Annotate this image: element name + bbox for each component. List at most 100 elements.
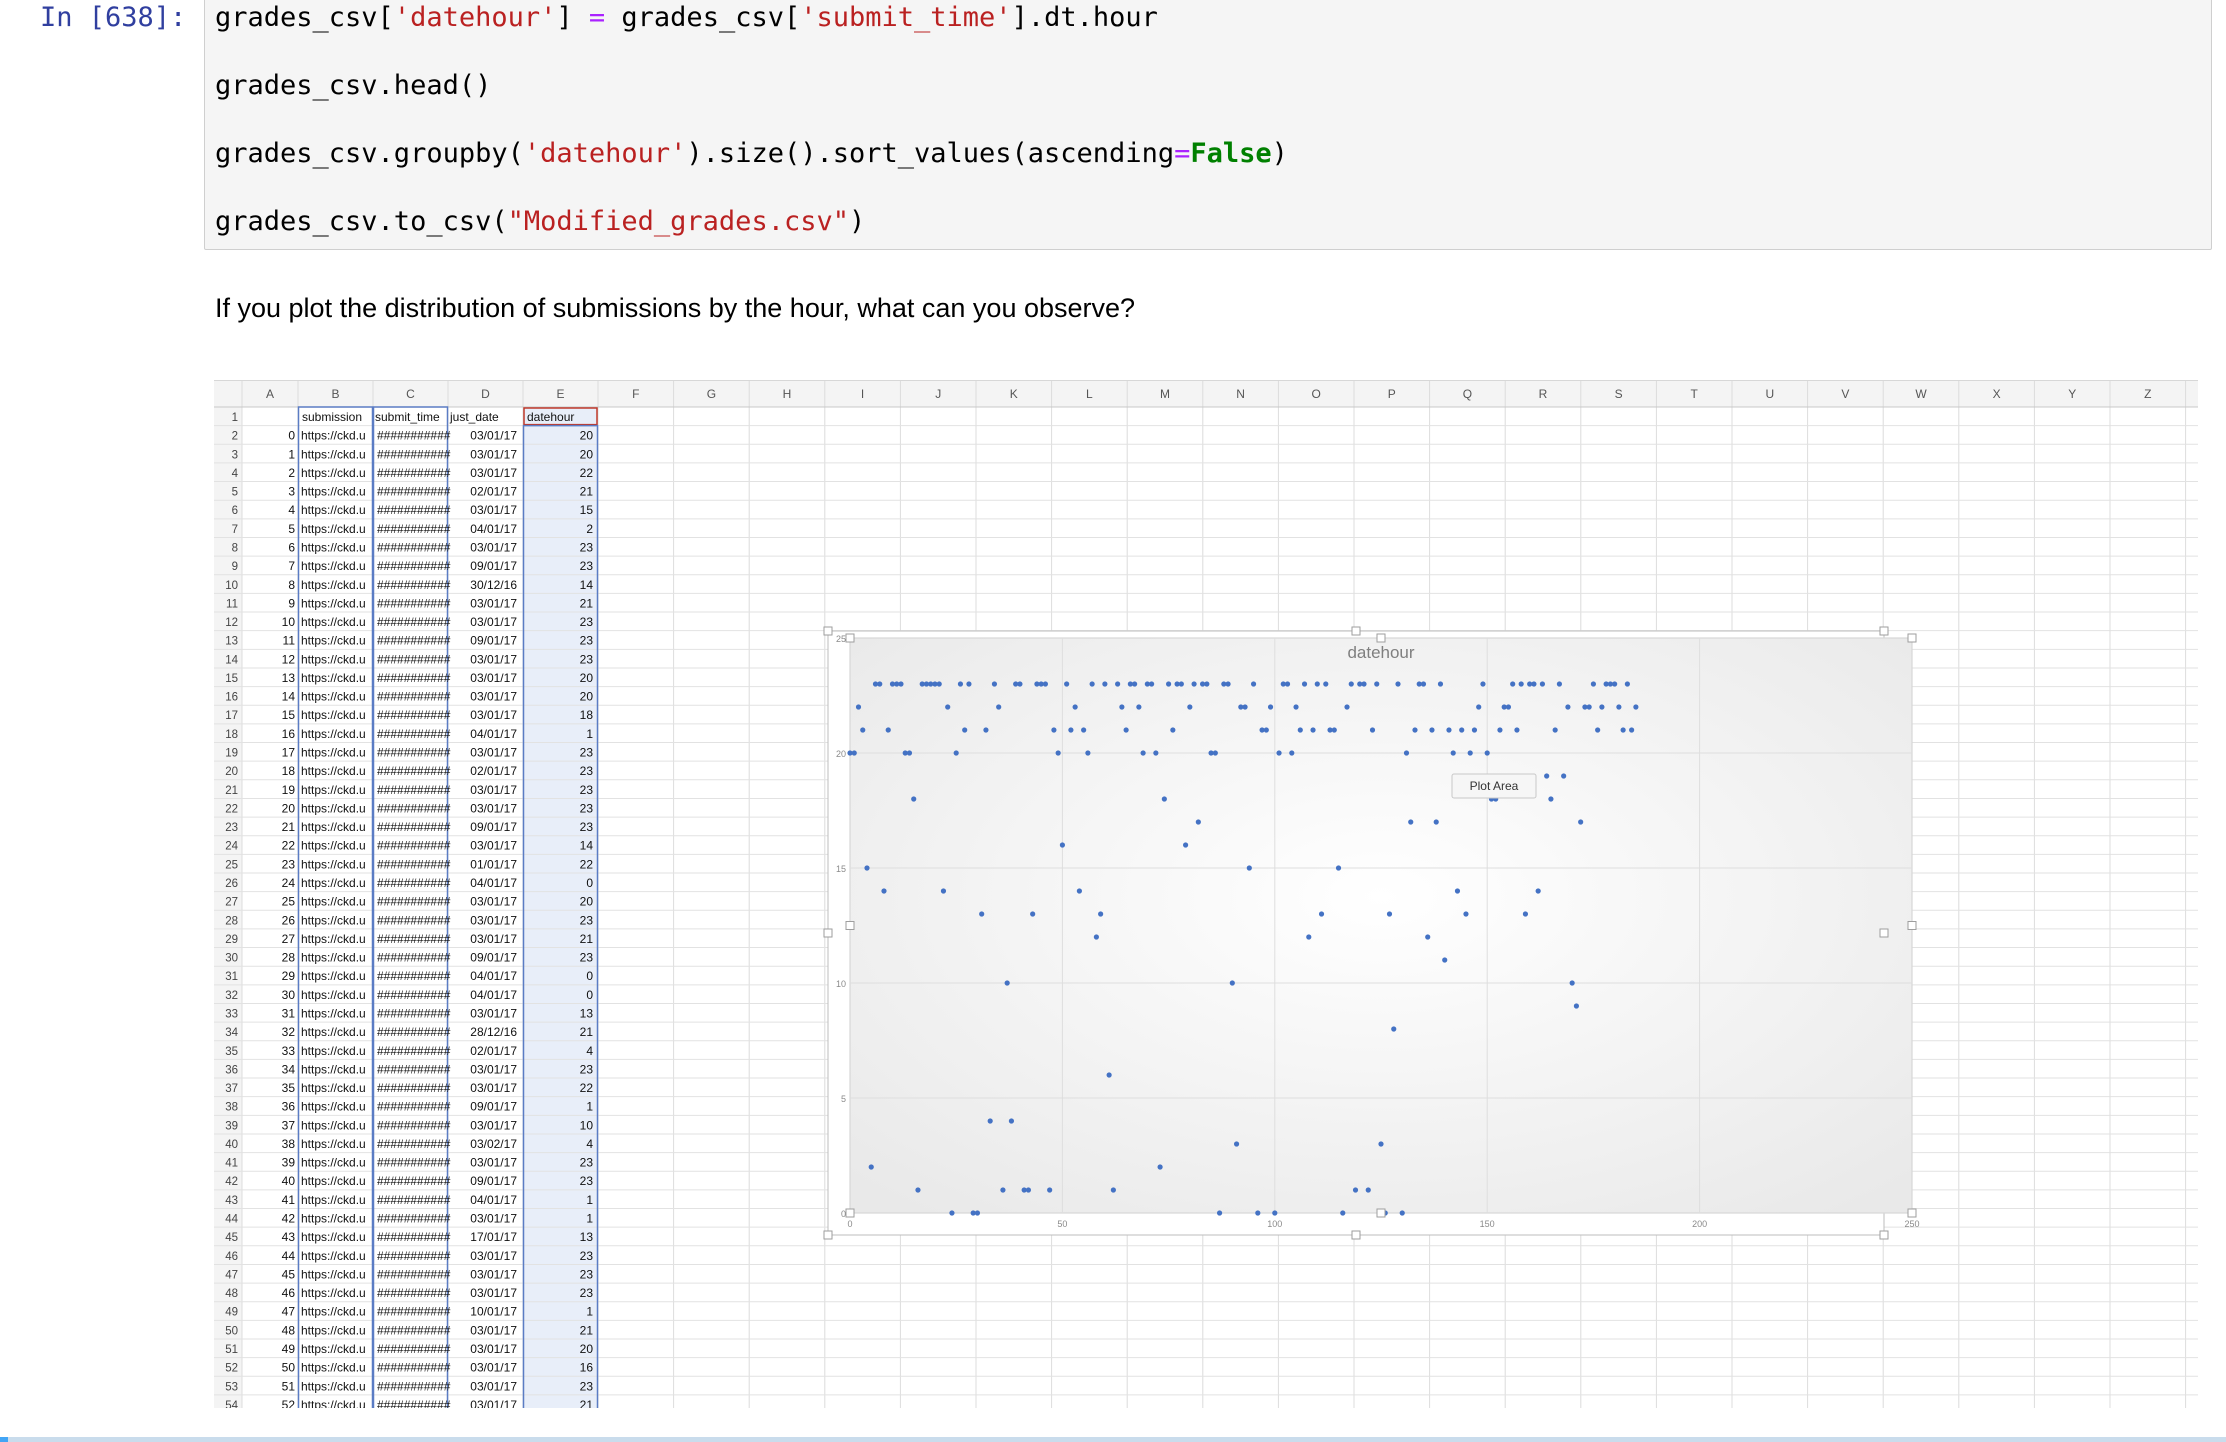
row-number: 2 <box>232 431 238 443</box>
cell-just-date: 03/01/17 <box>470 671 517 685</box>
column-letter: E <box>556 387 564 401</box>
row-number: 44 <box>225 1214 238 1226</box>
cell-submit-time: ########### <box>377 1025 451 1039</box>
cell-just-date: 03/01/17 <box>470 690 517 704</box>
row-number: 14 <box>225 654 238 666</box>
data-point <box>1081 727 1087 733</box>
row-number: 10 <box>225 580 238 592</box>
data-point <box>1110 1187 1116 1193</box>
column-letter: J <box>935 387 941 401</box>
data-point <box>1115 681 1121 687</box>
cell-just-date: 03/01/17 <box>470 1006 517 1020</box>
cell-just-date: 03/01/17 <box>470 652 517 666</box>
data-point <box>1166 681 1172 687</box>
row-number: 29 <box>225 934 238 946</box>
x-tick-label: 0 <box>847 1219 852 1229</box>
cell-submit-time: ########### <box>377 1212 451 1226</box>
code-token: ) <box>1271 138 1288 169</box>
cell-index: 0 <box>288 429 295 443</box>
row-number: 36 <box>225 1064 238 1076</box>
cell-submit-time: ########### <box>377 764 451 778</box>
code-token: 'submit_time' <box>800 2 1012 33</box>
data-point <box>1098 911 1104 917</box>
data-point <box>877 681 883 687</box>
markdown-question: If you plot the distribution of submissi… <box>215 293 1136 323</box>
cell-just-date: 09/01/17 <box>470 634 517 648</box>
column-letter: M <box>1160 387 1170 401</box>
column-letter: H <box>783 387 792 401</box>
data-point <box>991 681 998 687</box>
cell-submit-time: ########### <box>377 615 451 629</box>
cell-datehour: 23 <box>580 951 594 965</box>
cell-datehour: 23 <box>580 801 594 815</box>
cell-submission: https://ckd.u <box>301 820 366 834</box>
data-point <box>1000 1187 1006 1193</box>
row-number: 16 <box>225 692 238 704</box>
row-number: 31 <box>225 971 238 983</box>
cell-submission: https://ckd.u <box>301 690 366 704</box>
cell-submission: https://ckd.u <box>301 447 366 461</box>
data-point <box>1340 1210 1346 1216</box>
data-point <box>1599 704 1605 710</box>
data-point <box>1442 957 1448 963</box>
cell-submission: https://ckd.u <box>301 1323 366 1337</box>
cell-submit-time: ########### <box>377 839 451 853</box>
code-token: 'datehour' <box>393 2 557 33</box>
cell-index: 38 <box>282 1137 296 1151</box>
data-point <box>1556 681 1563 687</box>
cell-submission: https://ckd.u <box>301 1398 366 1408</box>
cell-submit-time: ########### <box>377 801 451 815</box>
cell-datehour: 21 <box>580 1398 594 1408</box>
data-point <box>1463 911 1469 917</box>
data-point <box>1391 1026 1397 1032</box>
cell-submission: https://ckd.u <box>301 1267 366 1281</box>
resize-handle <box>823 928 833 938</box>
data-point <box>1187 704 1193 710</box>
column-letter: K <box>1010 387 1018 401</box>
cell-index: 48 <box>282 1323 296 1337</box>
data-point <box>864 865 870 871</box>
column-letter: X <box>1993 387 2001 401</box>
data-point <box>1348 681 1354 687</box>
data-point <box>1216 1210 1223 1216</box>
column-letter: S <box>1615 387 1623 401</box>
cell-datehour: 22 <box>580 466 594 480</box>
cell-index: 43 <box>282 1230 296 1244</box>
row-number: 22 <box>225 803 238 815</box>
data-point <box>1076 888 1082 894</box>
cell-submit-time: ########### <box>377 1118 451 1132</box>
data-point <box>1561 773 1567 779</box>
cell-just-date: 03/01/17 <box>470 913 517 927</box>
cell-datehour: 13 <box>580 1230 594 1244</box>
row-number: 38 <box>225 1102 238 1114</box>
data-point <box>1191 681 1197 687</box>
cell-submission: https://ckd.u <box>301 1044 366 1058</box>
row-number: 53 <box>225 1381 238 1393</box>
cell-submit-time: ########### <box>377 1323 451 1337</box>
cell-index: 37 <box>282 1118 296 1132</box>
data-point <box>1374 681 1380 687</box>
code-token: grades_csv.groupby( <box>215 138 524 169</box>
column-letter: C <box>406 387 415 401</box>
y-tick-label: 5 <box>841 1094 846 1104</box>
cell-just-date: 03/01/17 <box>470 801 517 815</box>
row-number: 46 <box>225 1251 238 1263</box>
cell-submit-time: ########### <box>377 522 451 536</box>
data-point <box>1425 934 1431 940</box>
cell-datehour: 18 <box>580 708 594 722</box>
cell-submission: https://ckd.u <box>301 801 366 815</box>
row-number: 23 <box>225 822 238 834</box>
cell-submit-time: ########### <box>377 1267 451 1281</box>
cell-submit-time: ########### <box>377 1100 451 1114</box>
cell-submit-time: ########### <box>377 1286 451 1300</box>
cell-submission: https://ckd.u <box>301 1379 366 1393</box>
data-point <box>1136 704 1142 710</box>
data-point <box>1412 727 1418 733</box>
plot-area <box>849 637 1913 1214</box>
cell-just-date: 03/01/17 <box>470 1156 517 1170</box>
cell-submission: https://ckd.u <box>301 1193 366 1207</box>
data-point <box>1017 681 1023 687</box>
cell-just-date: 03/01/17 <box>470 783 517 797</box>
cell-submission: https://ckd.u <box>301 596 366 610</box>
column-letter: W <box>1915 387 1927 401</box>
